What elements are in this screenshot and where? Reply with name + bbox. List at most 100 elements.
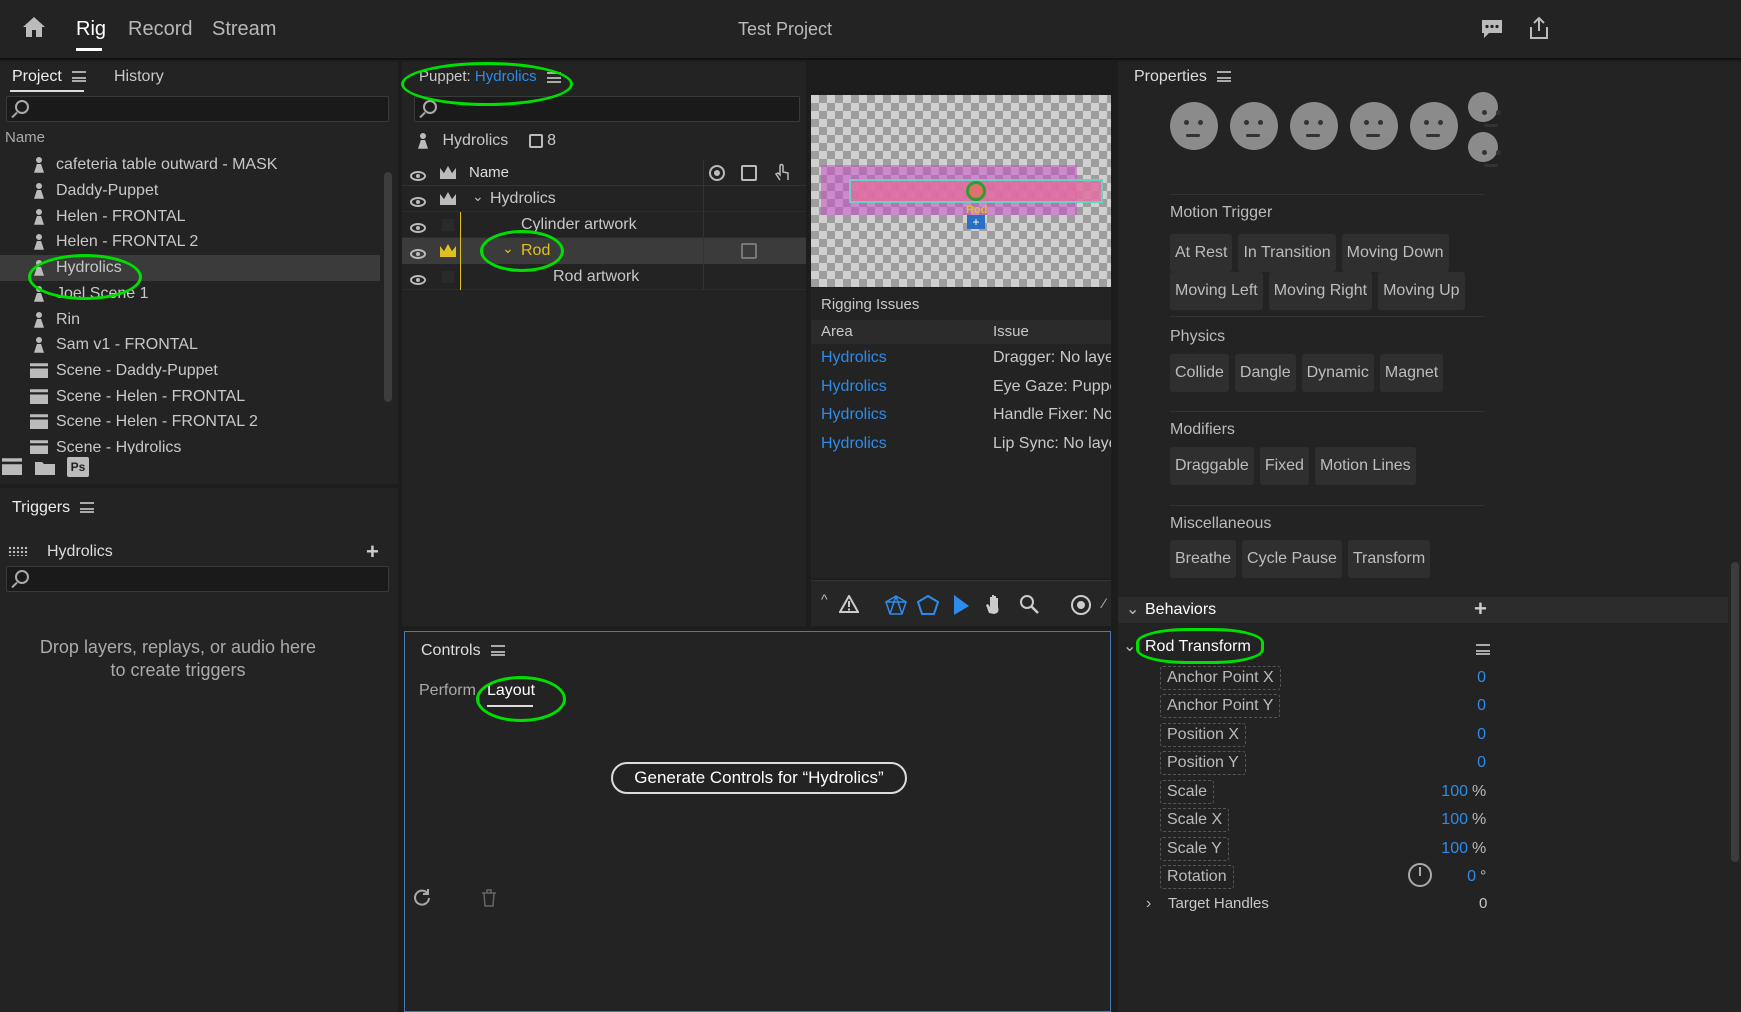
tag-transform[interactable]: Transform — [1347, 540, 1431, 578]
layers-column-name[interactable]: Name — [469, 164, 509, 181]
tag-breathe[interactable]: Breathe — [1170, 540, 1237, 578]
tag-motion-lines[interactable]: Motion Lines — [1314, 447, 1416, 485]
param-position-y[interactable]: Position Y — [1160, 751, 1246, 775]
tag-at-rest[interactable]: At Rest — [1170, 234, 1233, 272]
face-front-icon[interactable] — [1170, 102, 1218, 150]
tab-history[interactable]: History — [114, 68, 164, 86]
feedback-icon[interactable] — [1480, 18, 1504, 40]
layer-row[interactable]: Cylinder artwork — [402, 212, 806, 238]
list-item[interactable]: Helen - FRONTAL 2 — [34, 229, 198, 255]
generate-controls-button[interactable]: Generate Controls for “Hydrolics” — [611, 762, 907, 794]
refresh-icon[interactable] — [413, 888, 431, 906]
new-folder-icon[interactable] — [35, 460, 55, 475]
crown-icon[interactable] — [440, 192, 456, 205]
record-target-icon[interactable] — [1071, 595, 1091, 615]
collapse-chevron-icon[interactable]: ⌄ — [1123, 636, 1136, 656]
zoom-tool-icon[interactable] — [1019, 594, 1039, 614]
layer-row[interactable]: Rod artwork — [402, 264, 806, 290]
face-happy-icon[interactable] — [1468, 92, 1498, 127]
list-item[interactable]: Scene - Helen - FRONTAL 2 — [30, 409, 258, 435]
add-trigger-button[interactable]: + — [366, 539, 379, 565]
table-row[interactable]: Hydrolics Dragger: No layers — [811, 346, 1111, 374]
behaviors-header[interactable]: ⌄ Behaviors + — [1118, 596, 1728, 623]
table-row[interactable]: Hydrolics Lip Sync: No layer — [811, 432, 1111, 460]
puppet-canvas[interactable]: Rod + — [811, 95, 1111, 287]
behavior-menu-icon[interactable] — [1476, 644, 1490, 656]
warning-icon[interactable] — [838, 593, 860, 613]
hand-tool-icon[interactable] — [984, 593, 1006, 615]
issue-area[interactable]: Hydrolics — [821, 349, 887, 367]
tag-draggable[interactable]: Draggable — [1170, 447, 1254, 485]
issues-column-issue[interactable]: Issue — [993, 323, 1029, 340]
tab-stream[interactable]: Stream — [212, 18, 276, 41]
param-scale-x[interactable]: Scale X — [1160, 808, 1230, 832]
photoshop-import-button[interactable]: Ps — [67, 457, 89, 477]
param-anchor-point-y[interactable]: Anchor Point Y — [1160, 694, 1281, 718]
project-menu-icon[interactable] — [71, 71, 86, 83]
add-behavior-button[interactable]: + — [1474, 596, 1487, 622]
properties-scrollbar[interactable] — [1731, 562, 1739, 862]
trash-icon[interactable] — [481, 889, 497, 907]
face-left-icon[interactable] — [1230, 102, 1278, 150]
controls-menu-icon[interactable] — [490, 645, 505, 657]
select-tool-icon[interactable] — [952, 594, 970, 616]
handle-column-icon[interactable] — [741, 243, 757, 259]
param-value[interactable]: 0 — [1430, 754, 1486, 772]
eye-icon[interactable] — [410, 197, 426, 207]
list-item[interactable]: Scene - Daddy-Puppet — [30, 358, 218, 384]
new-scene-icon[interactable] — [2, 458, 22, 476]
issue-area[interactable]: Hydrolics — [821, 435, 887, 453]
param-value[interactable]: 0 — [1430, 669, 1486, 687]
eye-icon[interactable] — [410, 171, 426, 181]
list-item[interactable]: Rin — [34, 307, 80, 333]
triggers-menu-icon[interactable] — [80, 502, 95, 514]
list-item[interactable]: Scene - Helen - FRONTAL — [30, 384, 245, 410]
tag-fixed[interactable]: Fixed — [1259, 447, 1309, 485]
param-value[interactable]: 100 — [1410, 811, 1468, 829]
param-scale-y[interactable]: Scale Y — [1160, 837, 1229, 861]
chevron-up-icon[interactable]: ^ — [821, 591, 828, 607]
issue-area[interactable]: Hydrolics — [821, 378, 887, 396]
project-column-name[interactable]: Name — [5, 129, 45, 146]
param-rotation[interactable]: Rotation — [1160, 865, 1234, 889]
eye-icon[interactable] — [410, 275, 426, 285]
tag-magnet[interactable]: Magnet — [1379, 354, 1444, 392]
rod-origin-handle[interactable] — [966, 181, 986, 201]
table-row[interactable]: Hydrolics Eye Gaze: Puppet — [811, 375, 1111, 403]
param-value[interactable]: 0 — [1430, 868, 1476, 886]
tab-rig[interactable]: Rig — [76, 18, 106, 41]
share-icon[interactable] — [1527, 16, 1551, 40]
project-list-scrollbar[interactable] — [384, 172, 392, 402]
tag-collide[interactable]: Collide — [1170, 354, 1229, 392]
issues-column-area[interactable]: Area — [821, 323, 853, 340]
triggers-search-input[interactable] — [6, 566, 389, 592]
expand-chevron-icon[interactable]: ⌄ — [472, 188, 484, 205]
face-center-icon[interactable] — [1290, 102, 1338, 150]
target-handles-row[interactable]: › Target Handles 0 — [1142, 895, 1492, 912]
param-position-x[interactable]: Position X — [1160, 723, 1247, 747]
list-item[interactable]: Helen - FRONTAL — [34, 204, 186, 230]
list-item[interactable]: Sam v1 - FRONTAL — [34, 332, 198, 358]
table-row[interactable]: Hydrolics Handle Fixer: No l — [811, 403, 1111, 431]
handle-column-icon[interactable] — [741, 165, 757, 181]
tag-moving-down[interactable]: Moving Down — [1341, 234, 1449, 272]
layer-row-selected[interactable]: ⌄ Rod — [402, 238, 806, 264]
face-sad-icon[interactable] — [1468, 132, 1498, 167]
tag-moving-right[interactable]: Moving Right — [1268, 272, 1373, 310]
rotation-dial[interactable] — [1408, 863, 1432, 887]
tag-cycle-pause[interactable]: Cycle Pause — [1242, 540, 1342, 578]
tag-moving-left[interactable]: Moving Left — [1170, 272, 1263, 310]
home-icon[interactable] — [22, 16, 46, 38]
param-value[interactable]: 100 — [1410, 840, 1468, 858]
tag-dynamic[interactable]: Dynamic — [1301, 354, 1374, 392]
expand-chevron-icon[interactable]: › — [1146, 895, 1151, 912]
eye-icon[interactable] — [410, 223, 426, 233]
face-right-icon[interactable] — [1350, 102, 1398, 150]
mesh-icon[interactable] — [885, 595, 907, 615]
list-item[interactable]: Daddy-Puppet — [34, 178, 158, 204]
properties-menu-icon[interactable] — [1216, 71, 1231, 83]
layer-row[interactable]: ⌄ Hydrolics — [402, 186, 806, 212]
list-item[interactable]: cafeteria table outward - MASK — [34, 152, 277, 178]
param-value[interactable]: 100 — [1410, 783, 1468, 801]
rod-handle-icon[interactable]: + — [967, 215, 985, 229]
